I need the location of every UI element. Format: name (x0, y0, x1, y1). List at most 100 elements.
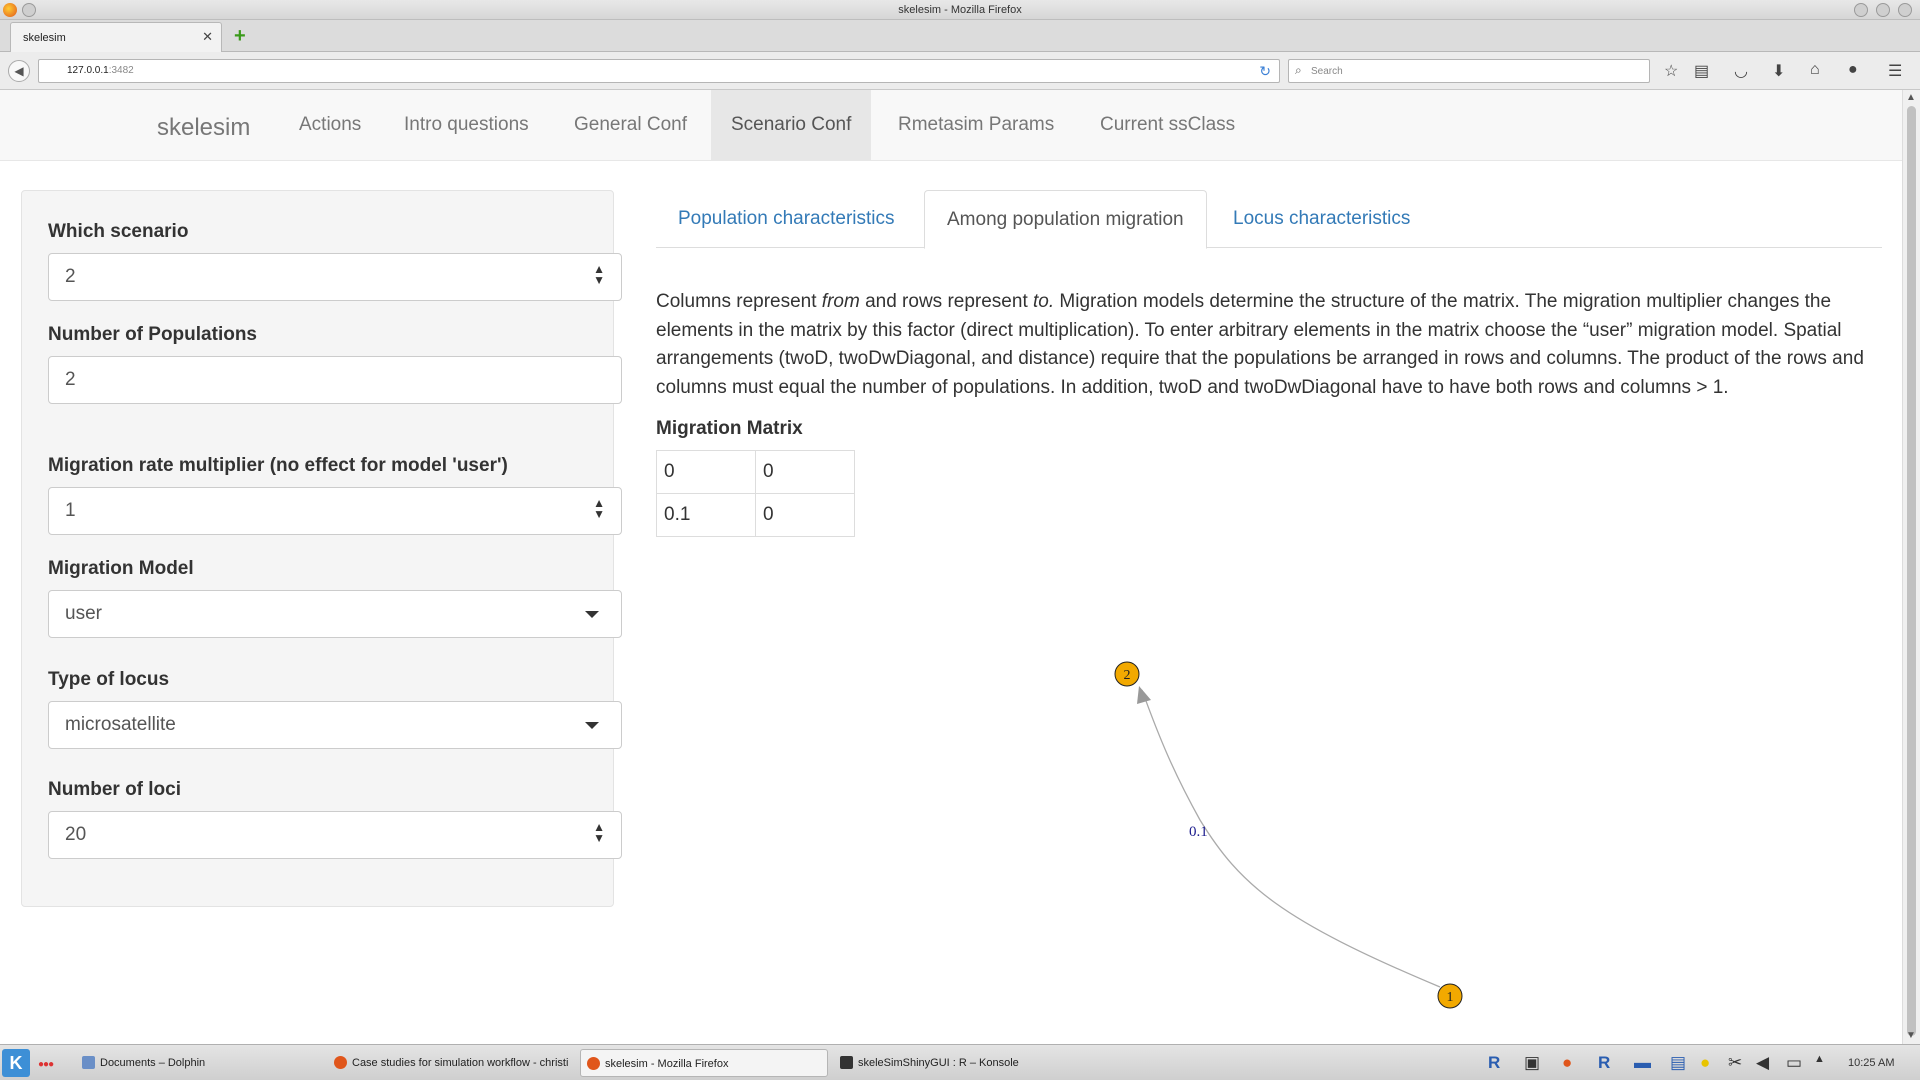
sidebar-panel: Which scenario 2 ▲ ▼ Number of Population… (21, 190, 622, 907)
bookmark-star-icon[interactable]: ☆ (1664, 61, 1678, 81)
matrix-cell[interactable]: 0 (755, 450, 855, 494)
menu-icon[interactable]: ☰ (1888, 61, 1902, 81)
scroll-up-icon[interactable]: ▲ (1906, 92, 1916, 103)
network-icon[interactable]: ▭ (1786, 1053, 1802, 1073)
nav-current-ssclass[interactable]: Current ssClass (1080, 90, 1255, 161)
bulb-icon[interactable]: ● (1700, 1053, 1710, 1073)
firefox-tray-icon[interactable]: ● (1562, 1053, 1572, 1073)
graph-node-2[interactable] (1114, 661, 1140, 687)
matrix-row: 0 0 (656, 450, 855, 494)
desc-from: from (821, 291, 860, 312)
num-populations-input[interactable]: 2 (48, 356, 622, 404)
volume-icon[interactable]: ◀ (1756, 1053, 1769, 1073)
taskbar: K ●●● Documents – Dolphin Case studies f… (0, 1044, 1920, 1080)
nav-rmetasim-params[interactable]: Rmetasim Params (878, 90, 1074, 161)
num-loci-label: Number of loci (48, 779, 182, 800)
clock: 10:25 AM (1848, 1057, 1895, 1069)
activities-icon[interactable]: ●●● (38, 1059, 54, 1070)
matrix-cell[interactable]: 0.1 (656, 493, 756, 537)
konsole-icon (840, 1056, 853, 1069)
migration-multiplier-input[interactable]: 1 ▲ ▼ (48, 487, 622, 535)
browser-tab-title: skelesim (23, 32, 66, 44)
chat-icon[interactable]: ● (1848, 61, 1858, 79)
browser-tab[interactable]: skelesim ✕ (10, 22, 222, 52)
graph-edge-arrowhead (1137, 686, 1151, 704)
dropdown-caret-icon (585, 611, 599, 618)
url-bar[interactable]: 127.0.0.1:3482 ↻ (38, 59, 1280, 83)
scrollbar-thumb[interactable] (1907, 106, 1916, 1036)
nav-scenario-conf[interactable]: Scenario Conf (711, 90, 872, 161)
search-placeholder: Search (1311, 66, 1343, 77)
stepper-icon[interactable]: ▲ ▼ (593, 497, 605, 520)
panel-tabs: Population characteristics Among populat… (656, 190, 1882, 249)
locus-type-select[interactable]: microsatellite (48, 701, 622, 749)
dolphin-icon (82, 1056, 95, 1069)
search-bar[interactable]: ⌕ Search (1288, 59, 1650, 83)
scissors-icon[interactable]: ✂ (1728, 1053, 1742, 1073)
url-port: :3482 (108, 65, 134, 76)
task-skelesim-firefox[interactable]: skelesim - Mozilla Firefox (580, 1049, 828, 1077)
matrix-row: 0.1 0 (656, 493, 855, 537)
clipboard-icon[interactable]: ▤ (1670, 1053, 1686, 1073)
stepper-icon[interactable]: ▲ ▼ (593, 263, 605, 286)
tray-expand-icon[interactable]: ▲ (1814, 1053, 1825, 1065)
r-icon[interactable]: R (1488, 1053, 1500, 1073)
migration-multiplier-label: Migration rate multiplier (no effect for… (48, 455, 508, 476)
firefox-logo-icon (3, 3, 17, 17)
nav-actions[interactable]: Actions (279, 90, 381, 161)
browser-tabbar: skelesim ✕ + (0, 20, 1920, 52)
matrix-cell[interactable]: 0 (755, 493, 855, 537)
tab-locus-characteristics[interactable]: Locus characteristics (1211, 190, 1432, 248)
nav-intro-questions[interactable]: Intro questions (384, 90, 549, 161)
num-loci-value: 20 (65, 824, 87, 845)
desc-to: to. (1033, 291, 1055, 312)
matrix-cell[interactable]: 0 (656, 450, 756, 494)
desktop-icon[interactable]: ▬ (1634, 1053, 1651, 1073)
minimize-icon[interactable] (1854, 3, 1868, 17)
task-konsole[interactable]: skeleSimShinyGUI : R – Konsole (834, 1049, 1084, 1077)
page-scrollbar[interactable]: ▲ ▼ (1902, 90, 1920, 1044)
graph-edge (1141, 689, 1441, 988)
reload-icon[interactable]: ↻ (1259, 63, 1271, 80)
graph-edge-label: 0.1 (1189, 824, 1208, 840)
num-populations-value: 2 (65, 369, 76, 390)
browser-navbar: ◀ 127.0.0.1:3482 ↻ ⌕ Search ☆ ▤ ◡ ⬇ ⌂ ● … (0, 52, 1920, 90)
tab-population-characteristics[interactable]: Population characteristics (656, 190, 917, 248)
pocket-icon[interactable]: ◡ (1734, 61, 1748, 81)
nav-general-conf[interactable]: General Conf (554, 90, 707, 161)
url-host: 127.0.0.1 (67, 65, 109, 76)
tab-among-population-migration[interactable]: Among population migration (924, 190, 1207, 249)
graph-node-2-label: 2 (1124, 668, 1131, 683)
migration-matrix-title: Migration Matrix (656, 418, 803, 439)
back-icon[interactable]: ◀ (8, 60, 30, 82)
desc-part: Columns represent (656, 291, 822, 312)
scroll-down-icon[interactable]: ▼ (1906, 1030, 1916, 1041)
task-case-studies[interactable]: Case studies for simulation workflow - c… (328, 1049, 568, 1077)
close-tab-icon[interactable]: ✕ (202, 29, 213, 45)
task-dolphin[interactable]: Documents – Dolphin (76, 1049, 316, 1077)
which-scenario-input[interactable]: 2 ▲ ▼ (48, 253, 622, 301)
kde-start-icon[interactable]: K (2, 1049, 30, 1077)
terminal-icon[interactable]: ▣ (1524, 1053, 1540, 1073)
home-icon[interactable]: ⌂ (1810, 61, 1820, 79)
rstudio-icon[interactable]: R (1598, 1053, 1610, 1073)
dropdown-caret-icon (585, 722, 599, 729)
graph-node-1-label: 1 (1447, 990, 1454, 1005)
firefox-icon (587, 1057, 600, 1070)
migration-matrix: 0 0 0.1 0 (656, 450, 855, 537)
app-brand[interactable]: skelesim (157, 114, 250, 142)
num-loci-input[interactable]: 20 ▲ ▼ (48, 811, 622, 859)
close-window-icon[interactable] (1898, 3, 1912, 17)
graph-node-1[interactable] (1437, 983, 1463, 1009)
window-title: skelesim - Mozilla Firefox (898, 4, 1022, 16)
window-titlebar: skelesim - Mozilla Firefox (0, 0, 1920, 20)
maximize-icon[interactable] (1876, 3, 1890, 17)
window-menu-icon[interactable] (22, 3, 36, 17)
reading-list-icon[interactable]: ▤ (1694, 61, 1709, 81)
migration-model-select[interactable]: user (48, 590, 622, 638)
which-scenario-label: Which scenario (48, 221, 189, 242)
download-icon[interactable]: ⬇ (1772, 61, 1785, 81)
new-tab-icon[interactable]: + (234, 25, 246, 48)
desc-part: and rows represent (859, 291, 1033, 312)
stepper-icon[interactable]: ▲ ▼ (593, 821, 605, 844)
